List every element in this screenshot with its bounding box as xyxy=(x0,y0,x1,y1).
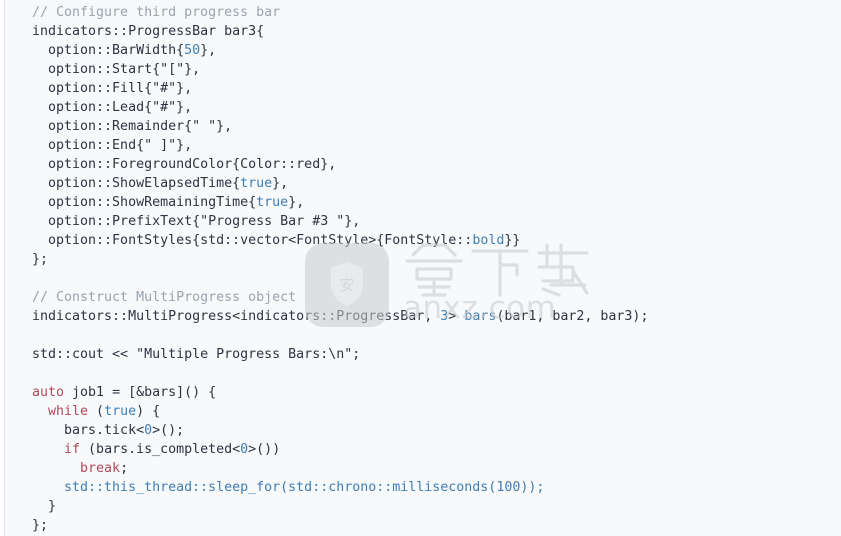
code-token: }; xyxy=(32,518,49,533)
code-line: option::Lead{"#"}, xyxy=(0,98,841,117)
code-line: } xyxy=(0,497,841,516)
code-line: option::BarWidth{50}, xyxy=(0,41,841,60)
code-line: option::Start{"["}, xyxy=(0,60,841,79)
code-line: auto job1 = [&bars]() { xyxy=(0,383,841,402)
code-token: option::PrefixText{"Progress Bar #3 "}, xyxy=(32,214,361,229)
code-token: job1 = [&bars]() { xyxy=(64,385,217,400)
code-token: 50 xyxy=(184,43,201,58)
code-token: true xyxy=(240,176,273,191)
code-token: indicators::ProgressBar bar3{ xyxy=(32,24,265,39)
code-line: }; xyxy=(0,250,841,269)
code-line: }; xyxy=(0,516,841,535)
code-token: bars.tick< xyxy=(32,423,145,438)
code-token: (bar1, bar2, bar3); xyxy=(496,309,649,324)
code-token: }, xyxy=(288,195,305,210)
code-line: indicators::ProgressBar bar3{ xyxy=(0,22,841,41)
code-token: true xyxy=(104,404,137,419)
code-token: option::End{" ]"}, xyxy=(32,138,193,153)
code-token: option::ShowElapsedTime{ xyxy=(32,176,241,191)
code-line: // Construct MultiProgress object xyxy=(0,288,841,307)
code-token: } xyxy=(32,499,57,514)
code-token: ; xyxy=(120,461,129,476)
code-token: indicators::MultiProgress<indicators::Pr… xyxy=(32,309,441,324)
code-token: std::this_thread::sleep_for(std::chrono:… xyxy=(32,480,545,495)
code-token: option::Fill{"#"}, xyxy=(32,81,193,96)
code-line: option::End{" ]"}, xyxy=(0,136,841,155)
code-token: option::Start{"["}, xyxy=(32,62,201,77)
code-token: option::Lead{"#"}, xyxy=(32,100,193,115)
code-token: 0 xyxy=(240,442,249,457)
code-token: 0 xyxy=(144,423,153,438)
code-line: // Configure third progress bar xyxy=(0,3,841,22)
code-token: // Construct MultiProgress object xyxy=(32,290,297,305)
code-token: }, xyxy=(200,43,217,58)
code-token: ) { xyxy=(136,404,161,419)
code-token: while xyxy=(32,404,89,419)
code-token: }, xyxy=(272,176,289,191)
code-line: bars.tick<0>(); xyxy=(0,421,841,440)
code-token: > xyxy=(448,309,465,324)
code-line: option::Fill{"#"}, xyxy=(0,79,841,98)
code-token: >()) xyxy=(248,442,281,457)
code-token: }} xyxy=(504,233,521,248)
code-line: option::ForegroundColor{Color::red}, xyxy=(0,155,841,174)
code-token: auto xyxy=(32,385,65,400)
code-line: option::Remainder{" "}, xyxy=(0,117,841,136)
code-token: true xyxy=(256,195,289,210)
code-token: std::cout << "Multiple Progress Bars:\n"… xyxy=(32,347,361,362)
code-line: option::ShowRemainingTime{true}, xyxy=(0,193,841,212)
code-line: std::this_thread::sleep_for(std::chrono:… xyxy=(0,478,841,497)
code-line: option::ShowElapsedTime{true}, xyxy=(0,174,841,193)
code-token: // Configure third progress bar xyxy=(32,5,281,20)
code-line: indicators::MultiProgress<indicators::Pr… xyxy=(0,307,841,326)
code-token: option::ShowRemainingTime{ xyxy=(32,195,257,210)
code-token: ( xyxy=(88,404,105,419)
code-line: option::PrefixText{"Progress Bar #3 "}, xyxy=(0,212,841,231)
code-token: option::Remainder{" "}, xyxy=(32,119,233,134)
code-token: option::ForegroundColor{Color::red}, xyxy=(32,157,337,172)
code-line: while (true) { xyxy=(0,402,841,421)
code-token: if xyxy=(32,442,81,457)
code-line: if (bars.is_completed<0>()) xyxy=(0,440,841,459)
code-listing[interactable]: // Configure third progress bar indicator… xyxy=(0,0,841,535)
code-line: option::FontStyles{std::vector<FontStyle… xyxy=(0,231,841,250)
code-token: >(); xyxy=(152,423,185,438)
code-token: }; xyxy=(32,252,49,267)
code-token: break xyxy=(32,461,121,476)
code-token: bars xyxy=(464,309,497,324)
code-token: bold xyxy=(472,233,505,248)
code-token: option::BarWidth{ xyxy=(32,43,185,58)
code-line: std::cout << "Multiple Progress Bars:\n"… xyxy=(0,345,841,364)
code-token: (bars.is_completed< xyxy=(80,442,241,457)
code-line: break; xyxy=(0,459,841,478)
code-token: option::FontStyles{std::vector<FontStyle… xyxy=(32,233,473,248)
code-screenshot: // Configure third progress bar indicator… xyxy=(0,0,841,536)
